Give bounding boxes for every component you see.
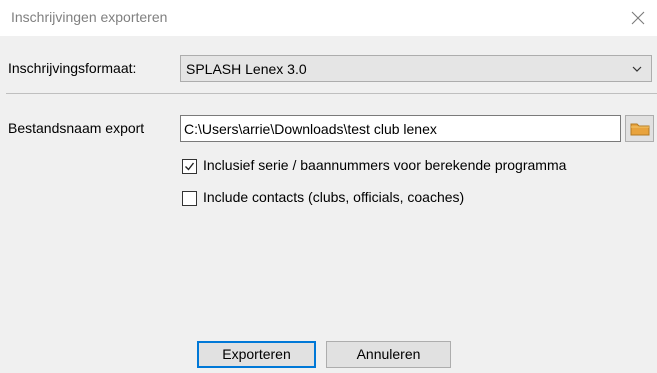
- export-button[interactable]: Exporteren: [197, 341, 316, 368]
- title-bar: Inschrijvingen exporteren: [0, 0, 657, 36]
- format-selected-value: SPLASH Lenex 3.0: [186, 61, 307, 77]
- include-contacts-checkbox[interactable]: [182, 191, 197, 206]
- include-contacts-label[interactable]: Include contacts (clubs, officials, coac…: [203, 189, 464, 205]
- filename-field[interactable]: C:\Users\arrie\Downloads\test club lenex: [180, 115, 621, 142]
- filename-value: C:\Users\arrie\Downloads\test club lenex: [184, 121, 437, 137]
- format-select[interactable]: SPLASH Lenex 3.0: [180, 55, 652, 82]
- browse-button[interactable]: [625, 115, 654, 142]
- checkmark-icon: [185, 162, 195, 171]
- include-series-label[interactable]: Inclusief serie / baannummers voor berek…: [203, 157, 566, 173]
- window-title: Inschrijvingen exporteren: [11, 9, 168, 25]
- cancel-button[interactable]: Annuleren: [326, 341, 451, 368]
- format-label: Inschrijvingsformaat:: [8, 60, 137, 76]
- chevron-down-icon: [632, 66, 642, 72]
- folder-icon: [630, 123, 649, 135]
- close-icon: [631, 11, 645, 25]
- include-series-checkbox[interactable]: [182, 159, 197, 174]
- close-button[interactable]: [626, 6, 650, 30]
- filename-label: Bestandsnaam export: [8, 120, 145, 136]
